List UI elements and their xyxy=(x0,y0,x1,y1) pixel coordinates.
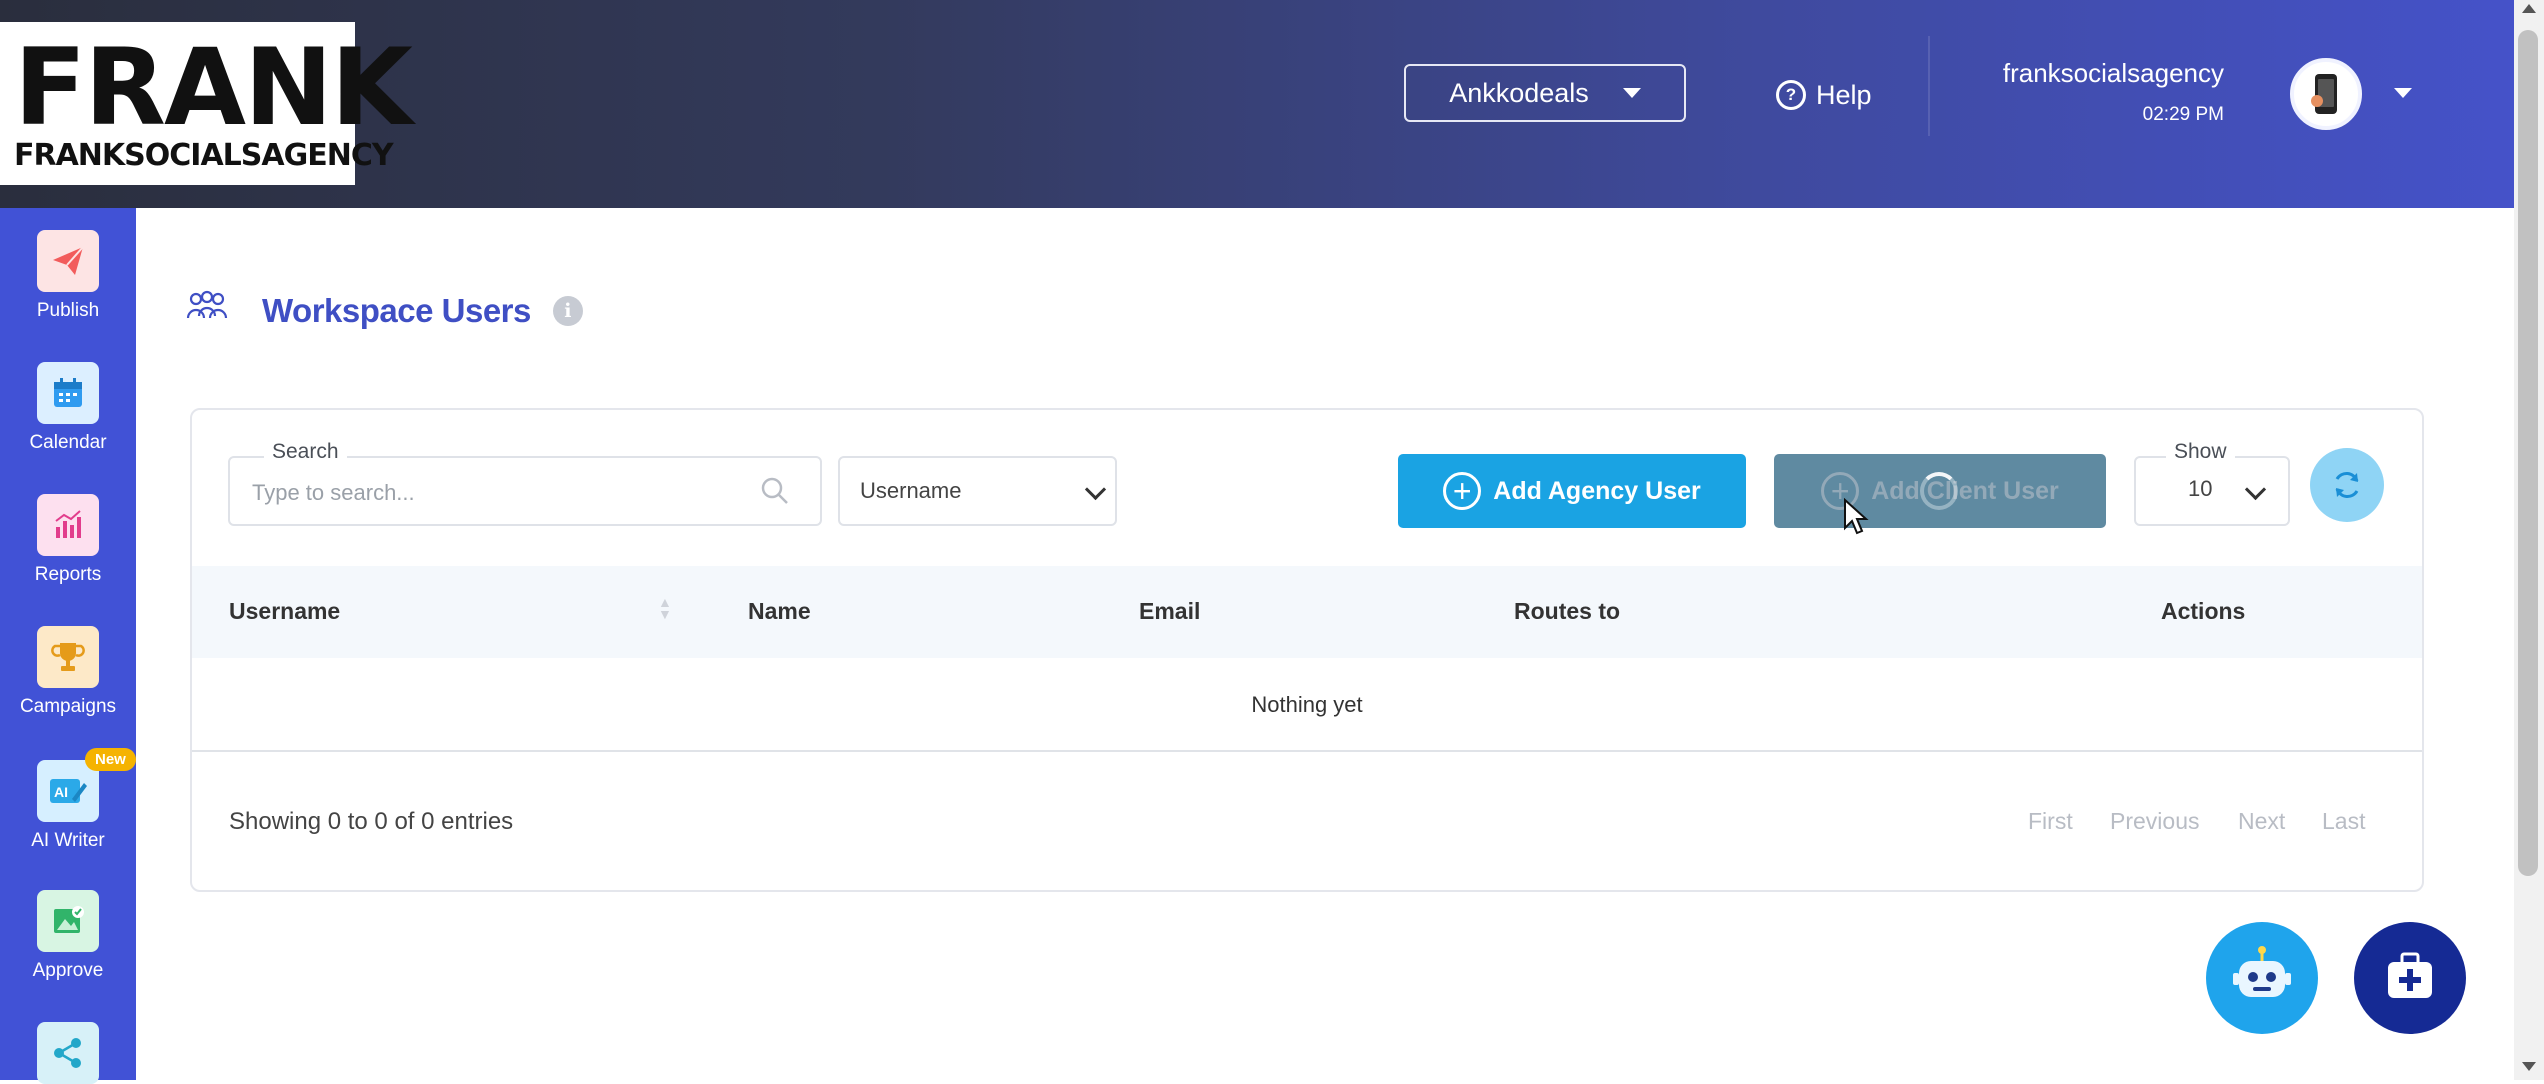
chatbot-button[interactable] xyxy=(2206,922,2318,1034)
empty-state-text: Nothing yet xyxy=(1251,692,1363,717)
current-time: 02:29 PM xyxy=(2142,104,2224,125)
search-field-select[interactable]: Username xyxy=(838,456,1117,526)
sidebar-item-publish[interactable]: Publish xyxy=(0,230,136,322)
pagination-previous[interactable]: Previous xyxy=(2110,808,2199,835)
refresh-icon xyxy=(2335,472,2359,498)
share-icon xyxy=(37,1022,99,1084)
paper-plane-icon xyxy=(37,230,99,292)
table-header xyxy=(192,566,2422,658)
loading-spinner-icon xyxy=(1920,472,1958,510)
chevron-down-icon xyxy=(1084,478,1107,501)
column-header-name[interactable]: Name xyxy=(748,598,811,625)
add-agency-user-button[interactable]: + Add Agency User xyxy=(1398,454,1746,528)
table-empty-row: Nothing yet xyxy=(192,658,2422,752)
page-size-value: 10 xyxy=(2188,476,2213,501)
add-client-user-label: Add Client User xyxy=(1871,476,2059,505)
username-label: franksocialsagency xyxy=(2002,58,2224,88)
scroll-down-arrow-icon[interactable] xyxy=(2522,1062,2536,1071)
sort-icon[interactable]: ▲ ▼ xyxy=(658,595,672,621)
help-icon: ? xyxy=(1776,80,1806,110)
sidebar-item-share[interactable] xyxy=(0,1022,136,1084)
logo-subtitle: FRANKSOCIALSAGENCY xyxy=(14,138,394,173)
search-label: Search xyxy=(264,440,347,464)
sidebar-item-campaigns[interactable]: Campaigns xyxy=(0,626,136,718)
sidebar-item-calendar[interactable]: Calendar xyxy=(0,362,136,454)
column-header-username[interactable]: Username xyxy=(229,598,340,625)
show-label: Show xyxy=(2166,440,2235,464)
info-icon[interactable]: i xyxy=(552,295,583,326)
mouse-cursor-icon xyxy=(1843,497,1869,541)
column-header-routes-to[interactable]: Routes to xyxy=(1514,598,1620,625)
image-check-icon xyxy=(37,890,99,952)
pagination-first[interactable]: First xyxy=(2028,808,2073,835)
svg-text:AI: AI xyxy=(54,784,68,800)
header-divider xyxy=(1928,36,1930,136)
first-aid-kit-icon xyxy=(2388,952,2432,998)
new-badge: New xyxy=(85,748,136,771)
account-menu-caret-icon[interactable] xyxy=(2394,88,2412,98)
sidebar-item-reports[interactable]: Reports xyxy=(0,494,136,586)
calendar-icon xyxy=(37,362,99,424)
sidebar-item-label: Approve xyxy=(32,960,104,981)
search-field-value: Username xyxy=(860,478,962,503)
pagination-last[interactable]: Last xyxy=(2322,808,2365,835)
workspace-name: Ankkodeals xyxy=(1449,77,1589,108)
column-header-email[interactable]: Email xyxy=(1139,598,1200,625)
brand-logo[interactable]: FRANK FRANKSOCIALSAGENCY xyxy=(0,22,413,185)
sidebar-item-label: AI Writer xyxy=(31,830,105,851)
column-header-actions: Actions xyxy=(2161,598,2246,624)
add-agency-user-label: Add Agency User xyxy=(1493,476,1701,505)
ai-pen-icon: AI New xyxy=(37,748,136,822)
search-icon[interactable] xyxy=(758,474,792,508)
sidebar-item-label: Reports xyxy=(34,564,102,585)
search-input[interactable] xyxy=(250,478,734,508)
caret-down-icon xyxy=(1622,88,1641,98)
left-sidebar: Publish Calendar Reports Campaigns AI Ne… xyxy=(0,208,136,1084)
help-button[interactable]: ? Help xyxy=(1776,74,1872,116)
user-avatar[interactable] xyxy=(2290,58,2362,130)
top-header: FRANK FRANKSOCIALSAGENCY Ankkodeals ? He… xyxy=(0,0,2514,208)
sidebar-item-label: Calendar xyxy=(29,432,107,453)
sidebar-item-label: Publish xyxy=(36,300,100,321)
workspace-dropdown[interactable]: Ankkodeals xyxy=(1404,64,1686,122)
plus-circle-icon: + xyxy=(1443,472,1482,510)
pagination-next[interactable]: Next xyxy=(2238,808,2285,835)
page-header: Workspace Users i xyxy=(186,290,583,331)
scroll-up-arrow-icon[interactable] xyxy=(2522,4,2536,13)
users-group-icon xyxy=(186,290,228,331)
sidebar-item-label: Campaigns xyxy=(19,696,117,717)
robot-icon xyxy=(2233,946,2291,997)
sidebar-item-ai-writer[interactable]: AI New AI Writer xyxy=(0,748,136,852)
bar-chart-icon xyxy=(37,494,99,556)
help-label: Help xyxy=(1816,79,1872,110)
refresh-button[interactable] xyxy=(2310,448,2384,522)
sidebar-item-approve[interactable]: Approve xyxy=(0,890,136,982)
trophy-icon xyxy=(37,626,99,688)
scrollbar-thumb[interactable] xyxy=(2518,30,2538,876)
help-kit-button[interactable] xyxy=(2354,922,2466,1034)
page-title: Workspace Users xyxy=(262,291,531,329)
entries-info: Showing 0 to 0 of 0 entries xyxy=(229,808,514,835)
logo-wordmark: FRANK xyxy=(14,26,413,149)
chevron-down-icon xyxy=(2244,478,2267,501)
phone-icon xyxy=(2311,74,2337,114)
